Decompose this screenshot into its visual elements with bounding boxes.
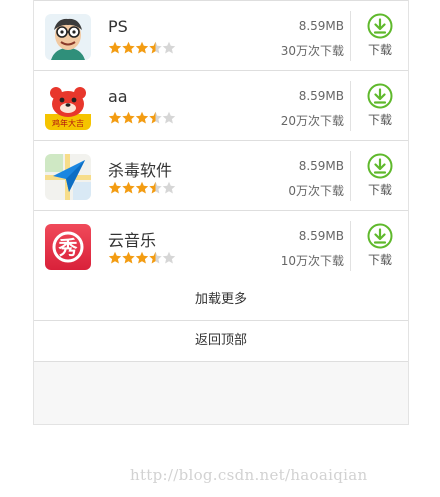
icon-text: 鸡年大吉 <box>52 118 84 128</box>
list-item[interactable]: 鸡年大吉 aa 8.59MB 20万次下载 下载 <box>34 70 408 140</box>
list-item[interactable]: PS 8.59MB 30万次下载 下载 <box>34 0 408 70</box>
star-full-icon <box>108 181 122 194</box>
download-label: 下载 <box>367 113 392 127</box>
list-item[interactable]: 杀毒软件 8.59MB 0万次下载 下载 <box>34 140 408 210</box>
list-item[interactable]: 秀 云音乐 8.59MB 10万次下载 下载 <box>34 210 408 281</box>
app-name: aa <box>108 87 128 106</box>
star-full-icon <box>135 251 149 264</box>
rating-stars-graphic <box>108 251 176 264</box>
download-icon <box>358 13 402 39</box>
download-button[interactable]: 下载 <box>358 153 402 201</box>
download-label: 下载 <box>367 253 392 267</box>
download-count: 20万次下载 <box>280 114 344 128</box>
star-half-icon <box>149 181 162 194</box>
rating-stars <box>108 111 178 125</box>
divider <box>350 151 351 201</box>
load-more-button[interactable]: 加载更多 <box>34 280 408 321</box>
watermark: http://blog.csdn.net/haoaiqian <box>130 466 368 484</box>
cartoon-face-icon <box>45 14 91 60</box>
download-count: 0万次下载 <box>288 184 344 198</box>
app-name: 杀毒软件 <box>108 161 173 180</box>
divider <box>350 81 351 131</box>
star-full-icon <box>108 251 122 264</box>
rating-stars-graphic <box>108 41 176 54</box>
download-icon <box>358 153 402 179</box>
rating-stars <box>108 41 178 55</box>
star-empty-icon <box>162 111 176 124</box>
star-full-icon <box>108 41 122 54</box>
divider <box>350 221 351 271</box>
download-button[interactable]: 下载 <box>358 13 402 61</box>
star-empty-icon <box>162 181 176 194</box>
star-half-icon <box>149 41 162 54</box>
star-full-icon <box>122 181 135 194</box>
red-bear-icon: 鸡年大吉 <box>45 84 91 130</box>
star-half-icon <box>149 251 162 264</box>
star-full-icon <box>122 251 135 264</box>
star-full-icon <box>108 111 122 124</box>
back-to-top-button[interactable]: 返回顶部 <box>34 321 408 362</box>
star-half-icon <box>149 111 162 124</box>
app-size: 8.59MB <box>298 159 344 173</box>
app-name: 云音乐 <box>108 231 157 250</box>
map-arrow-icon <box>45 154 91 200</box>
rating-stars-graphic <box>108 111 176 124</box>
icon-text: 秀 <box>57 237 78 259</box>
star-full-icon <box>135 111 149 124</box>
app-size: 8.59MB <box>298 89 344 103</box>
download-icon <box>358 223 402 249</box>
app-size: 8.59MB <box>298 19 344 33</box>
download-count: 30万次下载 <box>280 44 344 58</box>
download-label: 下载 <box>367 43 392 57</box>
download-label: 下载 <box>367 183 392 197</box>
app-list: PS 8.59MB 30万次下载 下载 鸡年大吉 aa 8.59MB 20万次下… <box>34 0 408 281</box>
star-empty-icon <box>162 251 176 264</box>
download-button[interactable]: 下载 <box>358 83 402 131</box>
show-icon: 秀 <box>45 224 91 270</box>
star-full-icon <box>135 181 149 194</box>
star-full-icon <box>135 41 149 54</box>
app-size: 8.59MB <box>298 229 344 243</box>
star-full-icon <box>122 41 135 54</box>
rating-stars-graphic <box>108 181 176 194</box>
download-count: 10万次下载 <box>280 254 344 268</box>
star-empty-icon <box>162 41 176 54</box>
download-icon <box>358 83 402 109</box>
divider <box>350 11 351 61</box>
rating-stars <box>108 251 178 265</box>
download-button[interactable]: 下载 <box>358 223 402 271</box>
app-list-panel: PS 8.59MB 30万次下载 下载 鸡年大吉 aa 8.59MB 20万次下… <box>33 0 409 425</box>
app-name: PS <box>108 17 128 36</box>
rating-stars <box>108 181 178 195</box>
star-full-icon <box>122 111 135 124</box>
